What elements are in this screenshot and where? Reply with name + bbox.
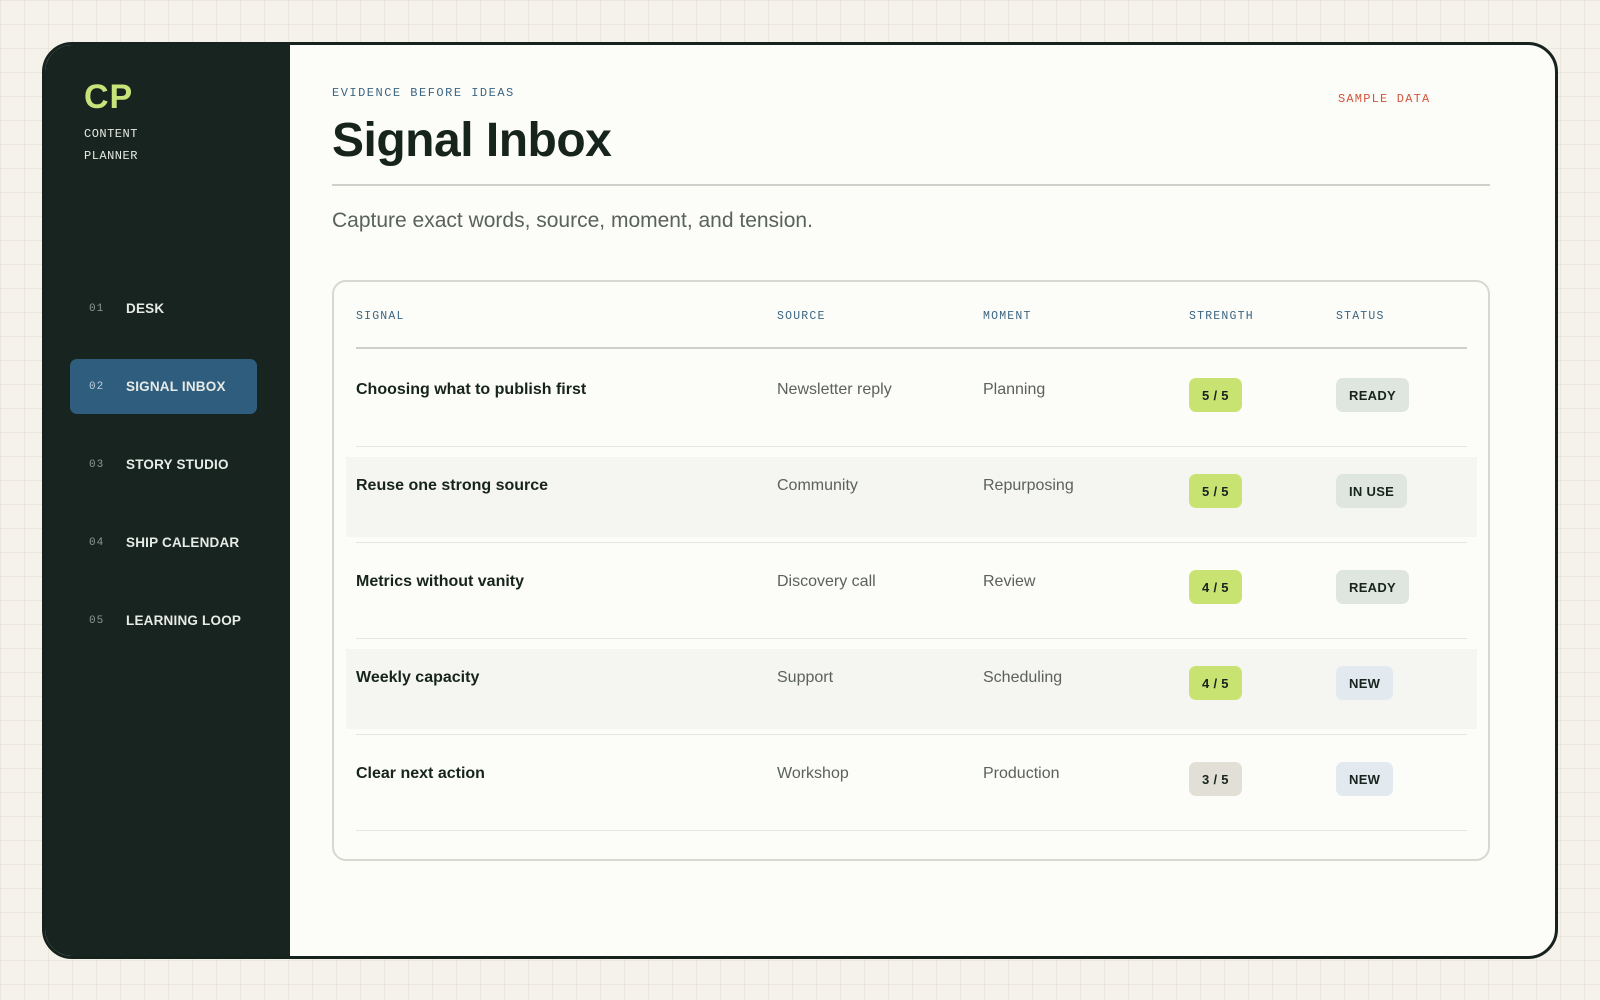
column-header-strength[interactable]: STRENGTH [1189,310,1254,323]
signal-source: Community [777,477,858,494]
table-header: SIGNAL SOURCE MOMENT STRENGTH STATUS [356,282,1467,349]
signal-moment: Production [983,765,1060,782]
table-row[interactable]: Clear next action Workshop Production 3 / 5… [356,735,1467,831]
brand-subtitle: CONTENT PLANNER [84,127,138,163]
sidebar-item-learning-loop[interactable]: 05 LEARNING LOOP [70,593,257,648]
table-row[interactable]: Reuse one strong source Community Repurpos… [346,447,1477,543]
signal-moment: Planning [983,381,1046,398]
table-row[interactable]: Metrics without vanity Discovery call Revi… [356,543,1467,639]
sidebar-item-number: 02 [89,380,105,393]
sample-data-badge: SAMPLE DATA [1338,92,1431,106]
status-badge: NEW [1336,762,1394,796]
sidebar-item-label: DESK [126,301,165,316]
brand-logo: CP [84,78,134,116]
signal-source: Workshop [777,765,849,782]
sidebar-item-ship-calendar[interactable]: 04 SHIP CALENDAR [70,515,257,570]
signal-table: SIGNAL SOURCE MOMENT STRENGTH STATUS Cho… [332,280,1490,861]
table-row[interactable]: Choosing what to publish first Newsletter… [356,351,1467,447]
signal-source: Discovery call [777,573,876,590]
main-content: EVIDENCE BEFORE IDEAS SAMPLE DATA Signal… [290,45,1555,956]
page-subtitle: Capture exact words, source, moment, and… [332,209,813,232]
strength-badge: 4 / 5 [1189,570,1242,604]
status-badge: READY [1336,378,1410,412]
sidebar: CP CONTENT PLANNER 01 DESK 02 SIGNAL INBOX 0… [45,45,290,956]
sidebar-item-label: SIGNAL INBOX [126,379,226,394]
app-window: CP CONTENT PLANNER 01 DESK 02 SIGNAL INBOX 0… [42,42,1558,959]
signal-title: Metrics without vanity [356,573,525,590]
status-badge: READY [1336,570,1410,604]
column-header-status[interactable]: STATUS [1336,310,1385,323]
signal-moment: Repurposing [983,477,1074,494]
sidebar-item-signal-inbox[interactable]: 02 SIGNAL INBOX [70,359,257,414]
strength-badge: 5 / 5 [1189,474,1242,508]
title-divider [332,184,1490,186]
sidebar-item-label: SHIP CALENDAR [126,535,240,550]
strength-badge: 5 / 5 [1189,378,1242,412]
signal-moment: Scheduling [983,669,1063,686]
sidebar-nav: 01 DESK 02 SIGNAL INBOX 03 STORY STUDIO 04 SHIP… [70,281,257,671]
strength-badge: 4 / 5 [1189,666,1242,700]
page-kicker: EVIDENCE BEFORE IDEAS [332,86,515,100]
signal-source: Newsletter reply [777,381,892,398]
signal-title: Reuse one strong source [356,477,549,494]
sidebar-item-number: 05 [89,614,105,627]
sidebar-item-label: LEARNING LOOP [126,613,242,628]
column-header-moment[interactable]: MOMENT [983,310,1032,323]
column-header-source[interactable]: SOURCE [777,310,826,323]
strength-badge: 3 / 5 [1189,762,1242,796]
table-row[interactable]: Weekly capacity Support Scheduling 4 / 5 NEW [346,639,1477,735]
signal-title: Weekly capacity [356,669,480,686]
sidebar-item-number: 03 [89,458,105,471]
sidebar-item-story-studio[interactable]: 03 STORY STUDIO [70,437,257,492]
signal-title: Choosing what to publish first [356,381,587,398]
signal-title: Clear next action [356,765,485,782]
status-badge: IN USE [1336,474,1408,508]
brand: CP CONTENT PLANNER [84,77,174,167]
sidebar-item-number: 04 [89,536,105,549]
signal-moment: Review [983,573,1036,590]
page-title: Signal Inbox [332,114,612,167]
status-badge: NEW [1336,666,1394,700]
sidebar-item-desk[interactable]: 01 DESK [70,281,257,336]
column-header-signal[interactable]: SIGNAL [356,310,405,323]
sidebar-item-number: 01 [89,302,105,315]
sidebar-item-label: STORY STUDIO [126,457,229,472]
signal-source: Support [777,669,834,686]
